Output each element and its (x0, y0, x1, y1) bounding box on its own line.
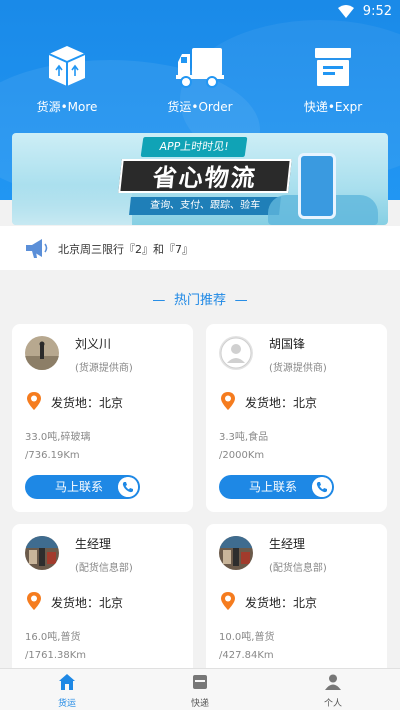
section-title: 热门推荐 (173, 293, 226, 308)
tab-label: 个人 (323, 699, 342, 709)
origin-text: 发货地：北京 (245, 396, 318, 410)
recommend-card[interactable]: 刘义川 (货源提供商) 发货地：北京 33.0吨,碎玻璃 /736.19Km 马… (12, 324, 193, 512)
cargo-info: 10.0吨,普货 (219, 632, 275, 643)
contact-name: 胡国锋 (269, 337, 306, 351)
phone-icon (118, 477, 138, 497)
contact-name: 生经理 (75, 537, 112, 551)
origin-text: 发货地：北京 (51, 396, 124, 410)
tab-label: 快递 (190, 699, 209, 709)
person-icon (325, 674, 341, 690)
home-icon (59, 674, 75, 690)
quick-action-label: 货源•More (36, 100, 98, 114)
quick-action-express[interactable]: 快递•Expr (273, 42, 393, 115)
tab-freight[interactable]: 货运 (37, 673, 97, 709)
status-bar: 9:52 (0, 0, 400, 24)
banner-subtitle: 查询、支付、跟踪、验车 (129, 197, 281, 215)
notice-bar[interactable]: 北京周三限行『2』和『7』 (0, 226, 400, 270)
truck-icon (176, 48, 224, 88)
cargo-box-icon (48, 46, 86, 86)
contact-role: (货源提供商) (75, 363, 133, 374)
banner-phone-illustration (298, 153, 336, 219)
notice-text: 北京周三限行『2』和『7』 (58, 243, 193, 256)
section-divider-left: — (152, 293, 166, 308)
quick-action-cargo[interactable]: 货源•More (7, 42, 127, 115)
recommend-card[interactable]: 胡国锋 (货源提供商) 发货地：北京 3.3吨,食品 /2000Km 马上联系 (206, 324, 387, 512)
contact-role: (配货信息部) (269, 563, 327, 574)
tab-label: 货运 (57, 699, 76, 709)
status-time: 9:52 (362, 4, 392, 19)
banner-ribbon: APP上时时见! (140, 137, 248, 157)
contact-button-label: 马上联系 (249, 480, 298, 494)
megaphone-icon (26, 239, 48, 258)
phone-icon (312, 477, 332, 497)
recommend-card[interactable]: 生经理 (配货信息部) 发货地：北京 16.0吨,普货 /1761.38Km (12, 524, 193, 684)
tab-personal[interactable]: 个人 (303, 673, 363, 709)
banner-town-decoration (12, 185, 132, 225)
avatar (25, 536, 59, 570)
section-divider-right: — (234, 293, 248, 308)
avatar (219, 536, 253, 570)
distance-text: /1761.38Km (25, 650, 87, 661)
distance-text: /736.19Km (25, 450, 80, 461)
banner-title: 省心物流 (118, 159, 292, 193)
contact-role: (配货信息部) (75, 563, 133, 574)
avatar (25, 336, 59, 370)
contact-button-label: 马上联系 (55, 480, 104, 494)
recommend-card[interactable]: 生经理 (配货信息部) 发货地：北京 10.0吨,普货 /427.84Km (206, 524, 387, 684)
express-package-icon (315, 48, 351, 86)
location-pin-icon (27, 392, 41, 410)
origin-text: 发货地：北京 (245, 596, 318, 610)
contact-button[interactable]: 马上联系 (219, 475, 334, 499)
quick-action-freight[interactable]: 货运•Order (140, 42, 260, 115)
bottom-tab-bar: 货运 快递 个人 (0, 668, 400, 710)
quick-action-label: 货运•Order (167, 100, 233, 114)
distance-text: /427.84Km (219, 650, 274, 661)
origin-text: 发货地：北京 (51, 596, 124, 610)
quick-action-label: 快递•Expr (303, 100, 363, 114)
location-pin-icon (221, 392, 235, 410)
contact-name: 生经理 (269, 537, 306, 551)
location-pin-icon (27, 592, 41, 610)
section-header: — 热门推荐 — (0, 289, 400, 308)
contact-name: 刘义川 (75, 337, 112, 351)
cargo-info: 16.0吨,普货 (25, 632, 81, 643)
location-pin-icon (221, 592, 235, 610)
cargo-info: 3.3吨,食品 (219, 432, 269, 443)
promo-banner[interactable]: APP上时时见! 省心物流 查询、支付、跟踪、验车 (12, 133, 388, 225)
box-icon (193, 675, 207, 689)
wifi-icon (338, 5, 354, 18)
contact-role: (货源提供商) (269, 363, 327, 374)
contact-button[interactable]: 马上联系 (25, 475, 140, 499)
distance-text: /2000Km (219, 450, 265, 461)
cargo-info: 33.0吨,碎玻璃 (25, 432, 91, 443)
avatar (219, 336, 253, 370)
tab-express[interactable]: 快递 (170, 673, 230, 709)
